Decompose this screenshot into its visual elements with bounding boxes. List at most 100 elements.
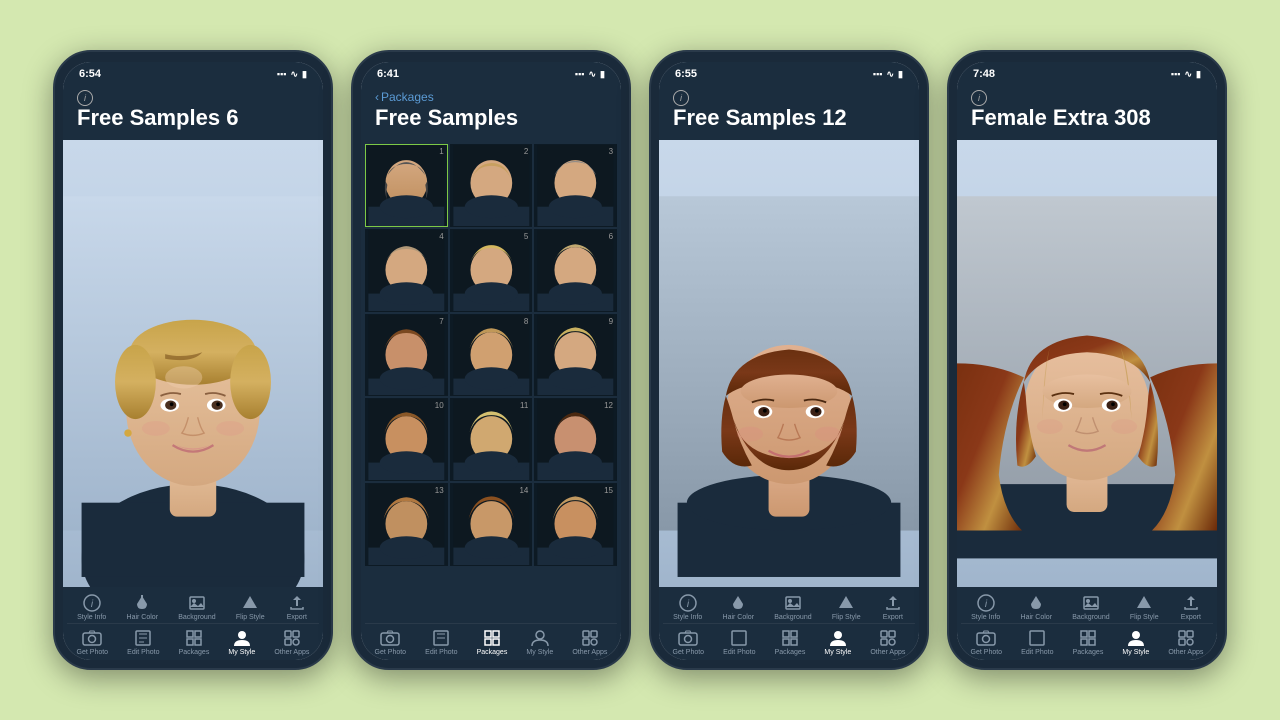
phone-1-style-info-btn[interactable]: i Style Info xyxy=(77,593,106,621)
phone-4-title: Female Extra 308 xyxy=(971,106,1203,130)
phone-1-flip-btn[interactable]: Flip Style xyxy=(236,593,265,621)
signal-icon: ▪▪▪ xyxy=(277,69,287,79)
phone-3-my-style-btn[interactable]: My Style xyxy=(824,628,851,656)
phone-4-export-btn[interactable]: Export xyxy=(1179,593,1203,621)
phone-3-toolbar: i Style Info Hair Color B xyxy=(659,587,919,660)
phone-1-toolbar-bottom: Get Photo Edit Photo Packages xyxy=(63,626,323,658)
phone-3-info-icon[interactable]: i xyxy=(673,90,689,106)
hair-item-15[interactable]: 15 xyxy=(534,483,617,566)
hair-item-1[interactable]: 1 xyxy=(365,144,448,227)
item-img-6 xyxy=(535,230,616,311)
phone-4-toolbar-top: i Style Info Hair Color B xyxy=(957,591,1217,623)
phone-1-packages-btn[interactable]: Packages xyxy=(179,628,210,656)
battery-icon-4: ▮ xyxy=(1196,69,1201,80)
battery-icon-2: ▮ xyxy=(600,69,605,80)
hair-item-12[interactable]: 12 xyxy=(534,398,617,481)
phone-3-portrait xyxy=(659,140,919,587)
export-icon-4 xyxy=(1179,593,1203,613)
phone-3-status-icons: ▪▪▪ ∿ ▮ xyxy=(873,69,903,80)
item-img-13 xyxy=(366,484,447,565)
phone-1-bg-btn[interactable]: Background xyxy=(178,593,215,621)
phone-3-other-apps-btn[interactable]: Other Apps xyxy=(870,628,905,656)
hair-item-6[interactable]: 6 xyxy=(534,229,617,312)
phone-1-my-style-btn[interactable]: My Style xyxy=(228,628,255,656)
phone-3-get-photo-btn[interactable]: Get Photo xyxy=(673,628,705,656)
item-num-7: 7 xyxy=(439,317,443,326)
phone-2-edit-photo-btn[interactable]: Edit Photo xyxy=(425,628,457,656)
phone-1-get-photo-btn[interactable]: Get Photo xyxy=(77,628,109,656)
phone-4-my-style-btn[interactable]: My Style xyxy=(1122,628,1149,656)
phone-1-export-btn[interactable]: Export xyxy=(285,593,309,621)
item-num-13: 13 xyxy=(435,486,444,495)
other-apps-icon-2 xyxy=(578,628,602,648)
phone-3-packages-btn[interactable]: Packages xyxy=(775,628,806,656)
export-icon xyxy=(285,593,309,613)
flip-style-icon-4 xyxy=(1132,593,1156,613)
phone-3-hair-color-btn[interactable]: Hair Color xyxy=(723,593,755,621)
svg-text:i: i xyxy=(687,599,690,610)
signal-icon-4: ▪▪▪ xyxy=(1171,69,1181,79)
hair-item-14[interactable]: 14 xyxy=(450,483,533,566)
phone-1-info-icon[interactable]: i xyxy=(77,90,93,106)
hair-item-11[interactable]: 11 xyxy=(450,398,533,481)
phone-1-other-apps-label: Other Apps xyxy=(274,649,309,656)
back-arrow: ‹ Packages xyxy=(375,90,607,104)
packages-icon xyxy=(182,628,206,648)
phone-4-info-icon[interactable]: i xyxy=(971,90,987,106)
phones-container: 6:54 ▪▪▪ ∿ ▮ i Free Samples 6 xyxy=(29,32,1251,688)
phone-2-my-style-btn[interactable]: My Style xyxy=(526,628,553,656)
hair-color-icon-4 xyxy=(1024,593,1048,613)
phone-2-get-photo-btn[interactable]: Get Photo xyxy=(375,628,407,656)
phone-1-time: 6:54 xyxy=(79,68,101,80)
phone-4-header: i Female Extra 308 xyxy=(957,84,1217,140)
svg-text:i: i xyxy=(91,599,94,610)
hair-item-8[interactable]: 8 xyxy=(450,314,533,397)
phone-2-status-icons: ▪▪▪ ∿ ▮ xyxy=(575,69,605,80)
hair-item-2[interactable]: 2 xyxy=(450,144,533,227)
hair-item-4[interactable]: 4 xyxy=(365,229,448,312)
phone-2-other-apps-btn[interactable]: Other Apps xyxy=(572,628,607,656)
phone-3-export-btn[interactable]: Export xyxy=(881,593,905,621)
phone-4-flip-btn[interactable]: Flip Style xyxy=(1130,593,1159,621)
phone-1-edit-photo-btn[interactable]: Edit Photo xyxy=(127,628,159,656)
phone-1-hair-color-btn[interactable]: Hair Color xyxy=(127,593,159,621)
item-img-9 xyxy=(535,315,616,396)
phone-4-packages-btn[interactable]: Packages xyxy=(1073,628,1104,656)
hair-item-9[interactable]: 9 xyxy=(534,314,617,397)
hair-item-5[interactable]: 5 xyxy=(450,229,533,312)
phone-2-status-bar: 6:41 ▪▪▪ ∿ ▮ xyxy=(361,62,621,84)
wifi-icon-3: ∿ xyxy=(887,69,895,80)
item-num-8: 8 xyxy=(524,317,528,326)
item-img-4 xyxy=(366,230,447,311)
item-img-5 xyxy=(451,230,532,311)
phone-3-flip-btn[interactable]: Flip Style xyxy=(832,593,861,621)
phone-3-edit-photo-btn[interactable]: Edit Photo xyxy=(723,628,755,656)
hair-item-7[interactable]: 7 xyxy=(365,314,448,397)
phone-4-get-photo-btn[interactable]: Get Photo xyxy=(971,628,1003,656)
phone-3-style-info-btn[interactable]: i Style Info xyxy=(673,593,702,621)
phone-4-bg-btn[interactable]: Background xyxy=(1072,593,1109,621)
phone-3-bg-btn[interactable]: Background xyxy=(774,593,811,621)
phone-2-divider xyxy=(365,623,617,624)
phone-2-packages-btn[interactable]: Packages xyxy=(477,628,508,656)
phone-4-other-apps-btn[interactable]: Other Apps xyxy=(1168,628,1203,656)
phone-2-toolbar-bottom: Get Photo Edit Photo Packages xyxy=(361,626,621,658)
phone-1-edit-photo-label: Edit Photo xyxy=(127,649,159,656)
phone-4-hair-color-btn[interactable]: Hair Color xyxy=(1021,593,1053,621)
phone-4: 7:48 ▪▪▪ ∿ ▮ i Female Extra 308 xyxy=(947,50,1227,670)
phone-4-edit-photo-btn[interactable]: Edit Photo xyxy=(1021,628,1053,656)
phone-2-back-nav[interactable]: ‹ Packages xyxy=(375,90,607,104)
phone-3-hair-color-label: Hair Color xyxy=(723,614,755,621)
wifi-icon-2: ∿ xyxy=(589,69,597,80)
phone-1-main xyxy=(63,140,323,587)
item-img-1 xyxy=(366,145,447,226)
item-img-15 xyxy=(535,484,616,565)
hair-item-3[interactable]: 3 xyxy=(534,144,617,227)
phone-2-get-photo-label: Get Photo xyxy=(375,649,407,656)
phone-1-other-apps-btn[interactable]: Other Apps xyxy=(274,628,309,656)
hair-item-10[interactable]: 10 xyxy=(365,398,448,481)
other-apps-icon xyxy=(280,628,304,648)
hair-item-13[interactable]: 13 xyxy=(365,483,448,566)
phone-4-style-info-btn[interactable]: i Style Info xyxy=(971,593,1000,621)
camera-icon xyxy=(80,628,104,648)
